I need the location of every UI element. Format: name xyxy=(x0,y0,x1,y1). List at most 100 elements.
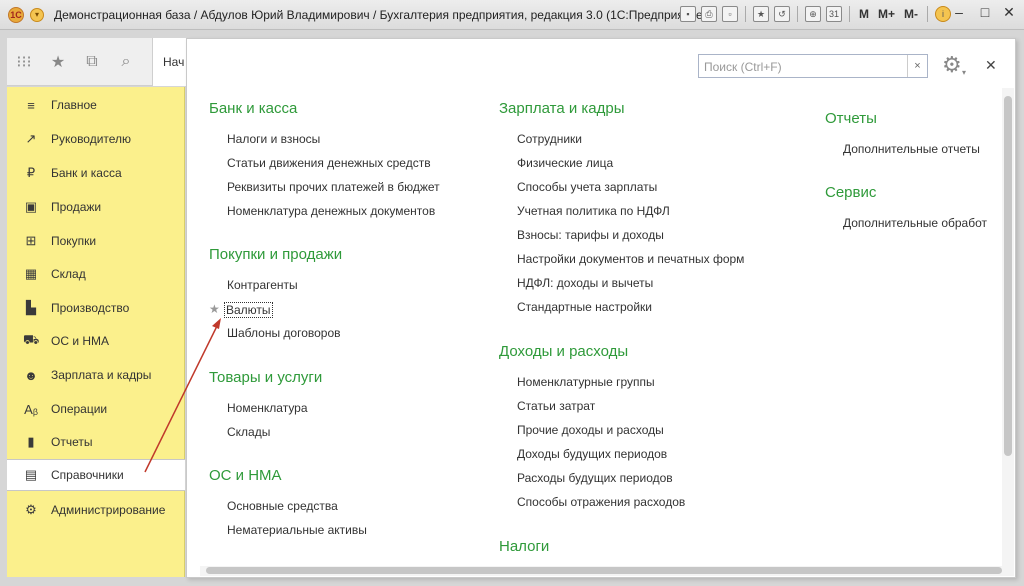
vertical-scrollbar-thumb[interactable] xyxy=(1004,96,1012,456)
bar-chart-icon: ▮ xyxy=(27,434,35,449)
link-cost-items[interactable]: Статьи затрат xyxy=(517,399,595,413)
sidebar-item-admin[interactable]: ⚙ Администрирование xyxy=(7,494,185,526)
sidebar-item-label: Руководителю xyxy=(51,132,132,146)
minimize-button[interactable]: – xyxy=(948,4,970,20)
books-icon: ▤ xyxy=(24,467,38,482)
section-title-purchases-sales: Покупки и продажи xyxy=(209,246,343,263)
sidebar-item-production[interactable]: ▙ Производство xyxy=(7,292,185,324)
link-intangible-assets[interactable]: Нематериальные активы xyxy=(227,523,367,537)
link-currencies[interactable]: Валюты xyxy=(224,302,273,318)
link-ndfl-income-deductions[interactable]: НДФЛ: доходы и вычеты xyxy=(517,276,653,290)
link-additional-reports[interactable]: Дополнительные отчеты xyxy=(843,142,980,156)
main-menu-button[interactable]: ▾ xyxy=(30,7,44,22)
link-expense-reflection-methods[interactable]: Способы отражения расходов xyxy=(517,495,685,509)
sidebar-item-label: Главное xyxy=(51,98,97,112)
warehouse-icon: ▦ xyxy=(24,266,38,281)
horizontal-scrollbar-thumb[interactable] xyxy=(206,567,1002,574)
section-title-salary: Зарплата и кадры xyxy=(499,100,625,117)
sidebar-item-label: Склад xyxy=(51,267,86,281)
sidebar-item-directories[interactable]: ▤ Справочники xyxy=(7,459,185,491)
link-counterparties[interactable]: Контрагенты xyxy=(227,278,298,292)
title-bar: 1С ▾ Демонстрационная база / Абдулов Юри… xyxy=(0,0,1024,30)
settings-gear-icon[interactable]: ⚙ xyxy=(942,54,962,76)
link-standard-settings[interactable]: Стандартные настройки xyxy=(517,300,652,314)
link-ndfl-policy[interactable]: Учетная политика по НДФЛ xyxy=(517,204,670,218)
print-icon[interactable]: ⎙ xyxy=(701,6,717,22)
toolbar-divider xyxy=(745,6,746,22)
section-title-bank: Банк и касса xyxy=(209,100,298,117)
save-icon[interactable]: ▪ xyxy=(680,6,696,22)
search-icon[interactable]: ⌕ xyxy=(117,53,135,71)
close-window-button[interactable]: ✕ xyxy=(998,4,1020,21)
memory-button[interactable]: M xyxy=(857,7,871,21)
link-warehouses[interactable]: Склады xyxy=(227,425,270,439)
memory-plus-button[interactable]: M+ xyxy=(876,7,897,21)
sidebar-item-label: Администрирование xyxy=(51,503,166,517)
history-icon[interactable]: ⧉ xyxy=(83,53,101,71)
history-icon[interactable]: ↺ xyxy=(774,6,790,22)
favorite-star-icon[interactable]: ★ xyxy=(209,302,220,316)
sidebar-item-assets[interactable]: ⛟ ОС и НМА xyxy=(7,325,185,357)
link-icon[interactable]: ⊕ xyxy=(805,6,821,22)
sidebar-item-label: Операции xyxy=(51,402,108,416)
sidebar-item-bank[interactable]: ₽ Банк и касса xyxy=(7,157,185,189)
sidebar-item-main[interactable]: ≡ Главное xyxy=(7,89,185,121)
link-individuals[interactable]: Физические лица xyxy=(517,156,613,170)
chevron-down-icon[interactable]: ▾ xyxy=(962,68,966,77)
trend-icon: ↗ xyxy=(25,131,37,146)
link-fixed-assets[interactable]: Основные средства xyxy=(227,499,338,513)
link-nomenclature[interactable]: Номенклатура xyxy=(227,401,308,415)
link-contribution-rates[interactable]: Взносы: тарифы и доходы xyxy=(517,228,664,242)
link-salary-accounting-methods[interactable]: Способы учета зарплаты xyxy=(517,180,657,194)
toolbar-divider xyxy=(927,6,929,22)
maximize-button[interactable]: □ xyxy=(974,4,996,20)
section-title-goods-services: Товары и услуги xyxy=(209,369,323,386)
memory-minus-button[interactable]: M- xyxy=(902,7,920,21)
link-employees[interactable]: Сотрудники xyxy=(517,132,582,146)
tab-home[interactable]: Нач xyxy=(152,38,186,86)
title-toolbar: ▪ ⎙ ▫ ★ ↺ ⊕ 31 M M+ M- i xyxy=(680,6,952,22)
link-monetary-documents[interactable]: Номенклатура денежных документов xyxy=(227,204,435,218)
link-cash-flow-items[interactable]: Статьи движения денежных средств xyxy=(227,156,431,170)
link-contract-templates[interactable]: Шаблоны договоров xyxy=(227,326,341,340)
link-taxes-contributions[interactable]: Налоги и взносы xyxy=(227,132,320,146)
sidebar-item-operations[interactable]: Aᵦ Операции xyxy=(7,393,185,425)
sidebar-item-purchases[interactable]: ⊞ Покупки xyxy=(7,225,185,257)
cart-icon: ⊞ xyxy=(25,233,37,248)
link-other-income-expenses[interactable]: Прочие доходы и расходы xyxy=(517,423,664,437)
sidebar-item-reports[interactable]: ▮ Отчеты xyxy=(7,426,185,458)
sidebar-item-sales[interactable]: ▣ Продажи xyxy=(7,191,185,223)
bag-icon: ▣ xyxy=(24,199,38,214)
section-title-service: Сервис xyxy=(825,184,877,201)
sidebar-item-salary[interactable]: ☻ Зарплата и кадры xyxy=(7,359,185,391)
star-icon[interactable]: ★ xyxy=(49,52,67,72)
sidebar-item-manager[interactable]: ↗ Руководителю xyxy=(7,123,185,155)
clear-search-button[interactable]: × xyxy=(907,55,927,77)
section-title-reports: Отчеты xyxy=(825,110,877,127)
search-input[interactable]: Поиск (Ctrl+F) × xyxy=(698,54,928,78)
favorites-icon[interactable]: ★ xyxy=(753,6,769,22)
link-future-expenses[interactable]: Расходы будущих периодов xyxy=(517,471,673,485)
link-additional-processing[interactable]: Дополнительные обработ xyxy=(843,216,1001,230)
link-document-settings[interactable]: Настройки документов и печатных форм xyxy=(517,252,744,266)
sidebar-item-label: ОС и НМА xyxy=(51,334,110,348)
sidebar-item-label: Покупки xyxy=(51,234,97,248)
gear-icon: ⚙ xyxy=(25,502,37,517)
menu-lines-icon: ≡ xyxy=(27,97,35,113)
sidebar-item-label: Банк и касса xyxy=(51,166,122,180)
apps-grid-icon[interactable]: ⁝⁝⁝ xyxy=(15,52,33,72)
calendar-icon[interactable]: 31 xyxy=(826,6,842,22)
toolbar-divider xyxy=(797,6,798,22)
section-title-income-expenses: Доходы и расходы xyxy=(499,343,629,360)
preview-icon[interactable]: ▫ xyxy=(722,6,738,22)
truck-icon: ⛟ xyxy=(23,332,40,347)
sidebar-item-warehouse[interactable]: ▦ Склад xyxy=(7,258,185,290)
sidebar-item-label: Справочники xyxy=(51,468,124,482)
sidebar-item-label: Зарплата и кадры xyxy=(51,368,152,382)
link-nomenclature-groups[interactable]: Номенклатурные группы xyxy=(517,375,655,389)
factory-icon: ▙ xyxy=(26,300,36,315)
link-budget-payment-details[interactable]: Реквизиты прочих платежей в бюджет xyxy=(227,180,440,194)
link-future-income[interactable]: Доходы будущих периодов xyxy=(517,447,667,461)
operations-icon: Aᵦ xyxy=(24,401,38,417)
close-panel-button[interactable]: ✕ xyxy=(985,57,997,74)
